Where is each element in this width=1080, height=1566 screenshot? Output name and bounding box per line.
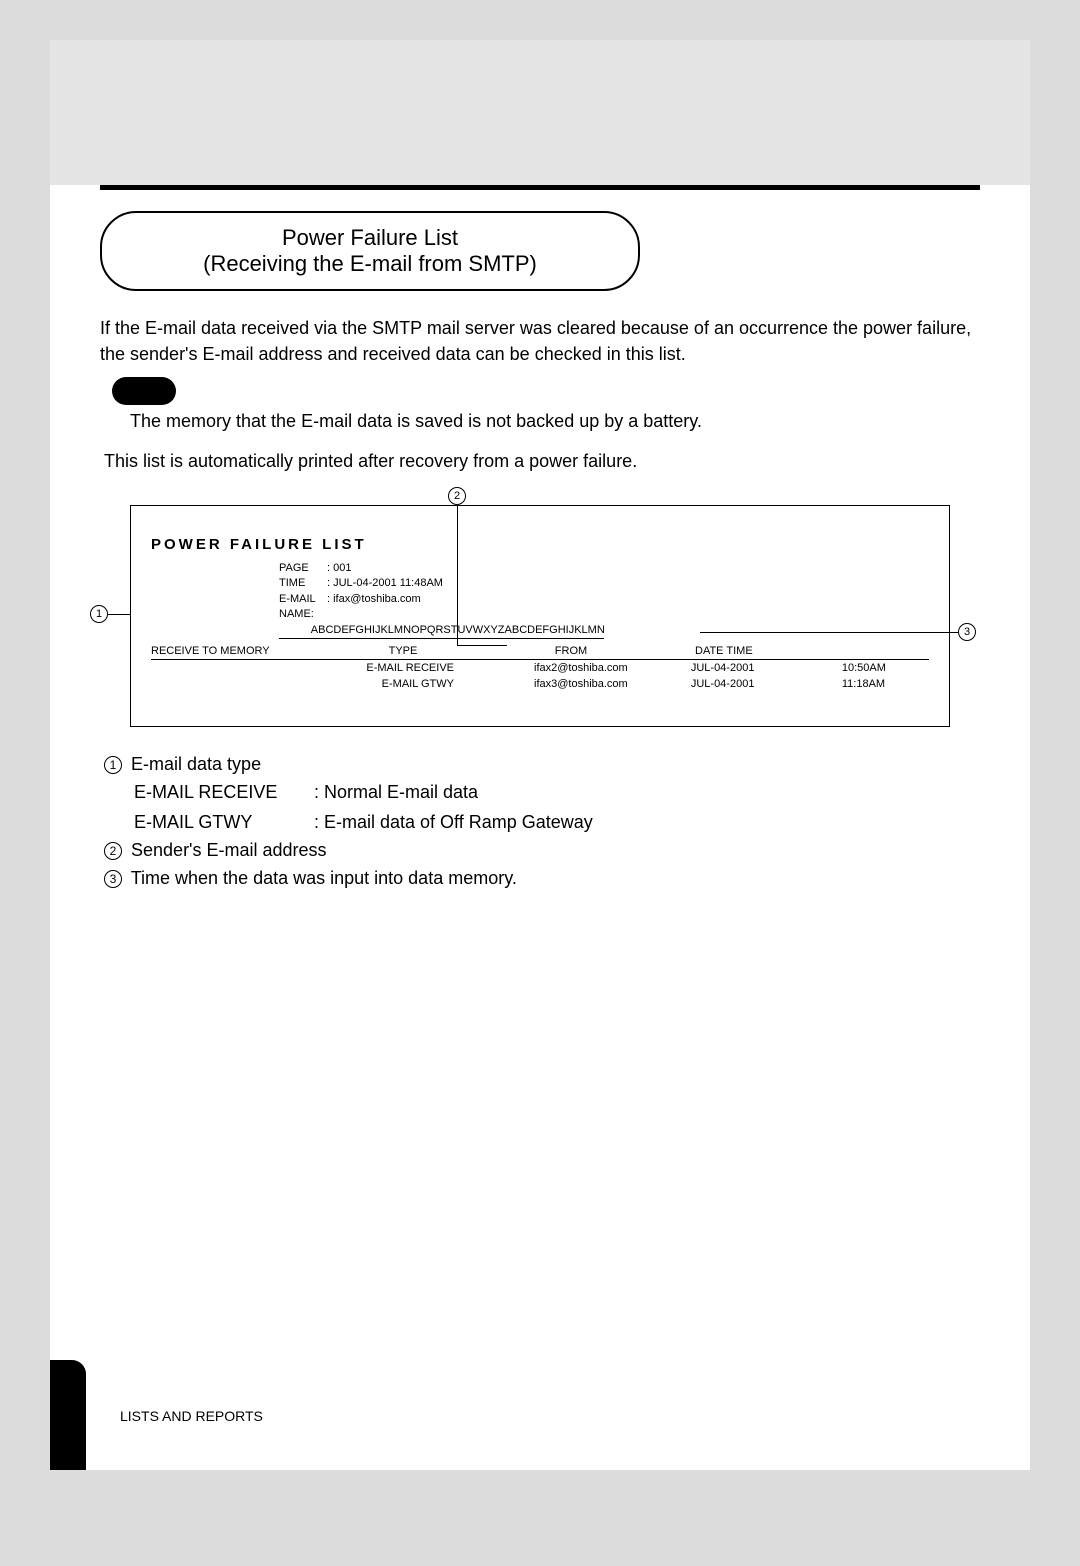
meta-name-value: : ABCDEFGHIJKLMNOPQRSTUVWXYZABCDEFGHIJKL… (311, 607, 605, 638)
auto-print-text: This list is automatically printed after… (104, 451, 980, 472)
cell-type: E-MAIL RECEIVE (317, 662, 484, 674)
col-receive-to-memory: RECEIVE TO MEMORY (151, 645, 319, 657)
cell-empty (151, 678, 317, 690)
legend-block: 1 E-mail data type E-MAIL RECEIVE : Norm… (104, 751, 980, 892)
legend-1b-val: : E-mail data of Off Ramp Gateway (314, 809, 980, 837)
col-date-time: DATE TIME (655, 645, 929, 657)
callout-1-icon: 1 (90, 605, 108, 623)
sample-table: RECEIVE TO MEMORY TYPE FROM DATE TIME E-… (151, 643, 929, 692)
title-line-2: (Receiving the E-mail from SMTP) (102, 251, 638, 277)
cell-empty (151, 662, 317, 674)
table-row: E-MAIL RECEIVE ifax2@toshiba.com JUL-04-… (151, 660, 929, 676)
legend-1a-key: E-MAIL RECEIVE (134, 779, 314, 807)
callout-1-line (108, 614, 130, 615)
cell-from: ifax3@toshiba.com (484, 678, 651, 690)
sample-meta: PAGE : 001 TIME : JUL-04-2001 11:48AM E-… (279, 561, 929, 639)
legend-num-3: 3 (104, 870, 122, 888)
note-text: The memory that the E-mail data is saved… (130, 411, 980, 432)
sample-printout: POWER FAILURE LIST PAGE : 001 TIME : JUL… (130, 505, 950, 727)
table-header-row: RECEIVE TO MEMORY TYPE FROM DATE TIME (151, 643, 929, 660)
cell-from: ifax2@toshiba.com (484, 662, 651, 674)
horizontal-rule (100, 185, 980, 190)
cell-date: JUL-04-2001 (651, 678, 790, 690)
cell-date: JUL-04-2001 (651, 662, 790, 674)
cell-time: 10:50AM (790, 662, 929, 674)
intro-paragraph: If the E-mail data received via the SMTP… (100, 315, 980, 367)
meta-page-value: : 001 (327, 561, 929, 576)
table-row: E-MAIL GTWY ifax3@toshiba.com JUL-04-200… (151, 676, 929, 692)
legend-1b-key: E-MAIL GTWY (134, 809, 314, 837)
legend-1-text: E-mail data type (131, 754, 261, 774)
cell-type: E-MAIL GTWY (317, 678, 484, 690)
footer-label: LISTS AND REPORTS (120, 1408, 263, 1424)
col-from: FROM (487, 645, 655, 657)
meta-email-label: E-MAIL (279, 592, 327, 607)
meta-time-value: : JUL-04-2001 11:48AM (327, 576, 929, 591)
legend-3-text: Time when the data was input into data m… (131, 868, 517, 888)
legend-1a-val: : Normal E-mail data (314, 779, 980, 807)
section-title-bubble: Power Failure List (Receiving the E-mail… (100, 211, 640, 291)
title-line-1: Power Failure List (102, 225, 638, 251)
sample-title: POWER FAILURE LIST (151, 536, 929, 553)
note-badge (112, 377, 176, 405)
header-band (50, 40, 1030, 185)
meta-time-label: TIME (279, 576, 327, 591)
meta-email-value: : ifax@toshiba.com (327, 592, 929, 607)
meta-page-label: PAGE (279, 561, 327, 576)
col-type: TYPE (319, 645, 487, 657)
callout-2-icon: 2 (448, 487, 466, 505)
document-page: Power Failure List (Receiving the E-mail… (50, 40, 1030, 1470)
footer-black-tab (50, 1360, 86, 1470)
legend-num-1: 1 (104, 756, 122, 774)
cell-time: 11:18AM (790, 678, 929, 690)
legend-num-2: 2 (104, 842, 122, 860)
meta-name-label: NAME (279, 607, 311, 638)
legend-2-text: Sender's E-mail address (131, 840, 327, 860)
callout-3-icon: 3 (958, 623, 976, 641)
